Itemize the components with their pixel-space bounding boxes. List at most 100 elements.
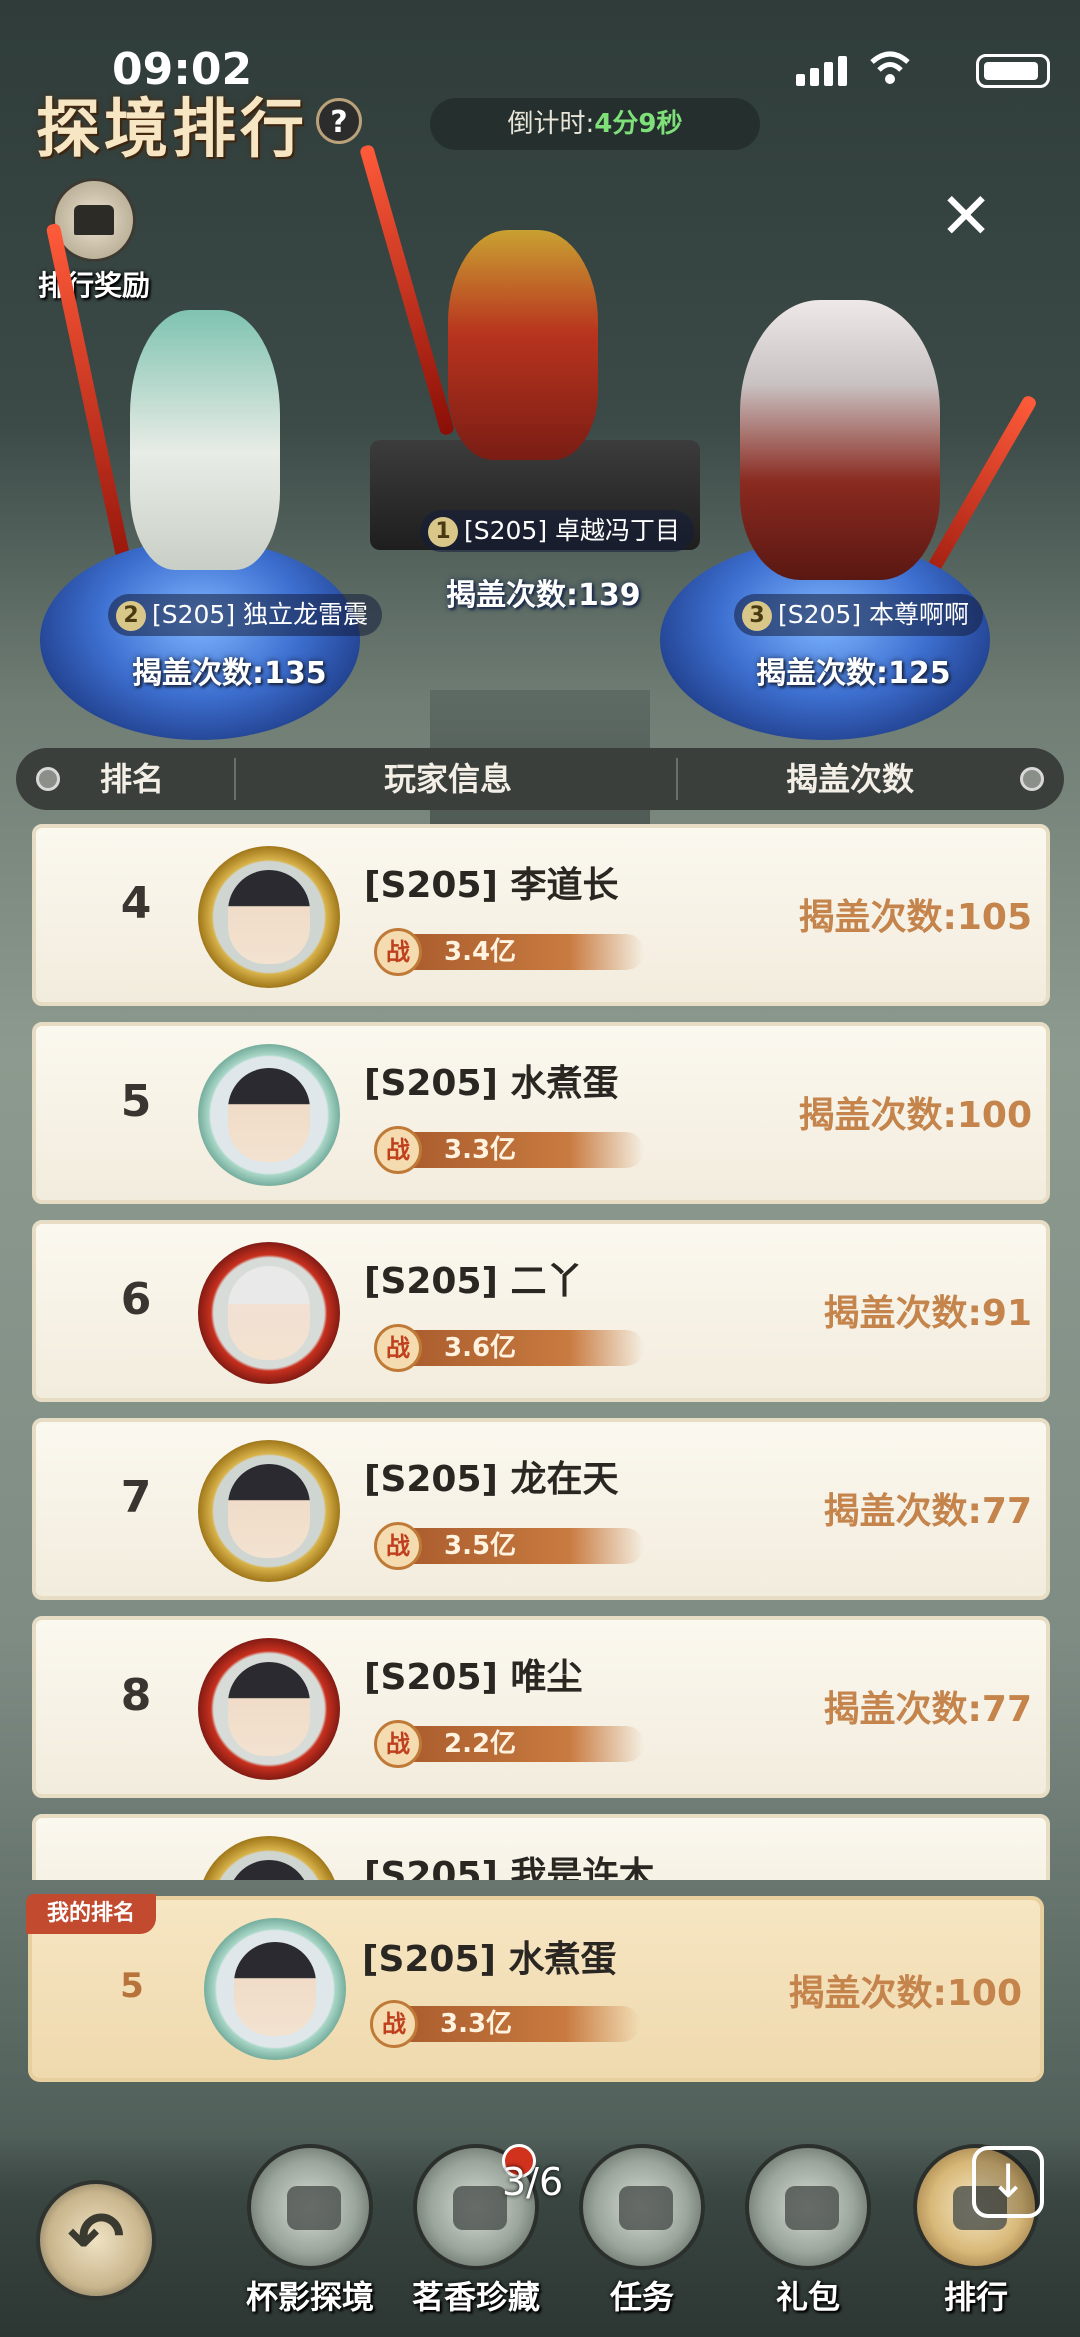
reveal-count: 揭盖次数:100 bbox=[798, 1095, 1032, 1136]
top3-name-text: [S205] 本尊啊啊 bbox=[778, 600, 970, 629]
my-rank-tag: 我的排名 bbox=[26, 1894, 156, 1934]
player-name: [S205] 水煮蛋 bbox=[364, 1063, 619, 1104]
power-value: 2.2亿 bbox=[444, 1729, 517, 1759]
column-count: 揭盖次数 bbox=[786, 760, 915, 798]
power-icon: 战 bbox=[374, 1324, 422, 1372]
teacup-icon bbox=[247, 2144, 373, 2270]
nav-cup-explore[interactable]: 杯影探境 bbox=[240, 2144, 380, 2334]
nav-label: 杯影探境 bbox=[245, 2278, 374, 2316]
download-icon[interactable] bbox=[972, 2146, 1044, 2218]
top3-count: 揭盖次数:125 bbox=[756, 656, 951, 691]
nav-label: 排行 bbox=[943, 2278, 1008, 2316]
reveal-count: 揭盖次数:105 bbox=[798, 897, 1032, 938]
rank-badge: 3 bbox=[742, 601, 772, 631]
player-name: [S205] 二丫 bbox=[364, 1261, 583, 1302]
top2-count: 揭盖次数:135 bbox=[132, 656, 327, 691]
power-badge: 战 3.3亿 bbox=[374, 1126, 646, 1174]
reveal-count: 揭盖次数:77 bbox=[823, 1689, 1033, 1730]
power-icon: 战 bbox=[374, 1126, 422, 1174]
power-icon: 战 bbox=[374, 1522, 422, 1570]
avatar[interactable] bbox=[198, 1836, 340, 1880]
power-bar bbox=[394, 1132, 644, 1168]
scroll-icon bbox=[579, 2144, 705, 2270]
row-rank: 7 bbox=[120, 1472, 152, 1523]
divider bbox=[676, 758, 678, 800]
power-bar bbox=[394, 934, 644, 970]
top3-name: 3 [S205] 本尊啊啊 bbox=[734, 594, 984, 636]
nav-label: 任务 bbox=[609, 2278, 674, 2316]
character-first[interactable] bbox=[448, 230, 598, 460]
my-rank-number: 5 bbox=[120, 1966, 144, 2006]
column-player-info: 玩家信息 bbox=[384, 760, 513, 798]
player-name: [S205] 我是许木 bbox=[364, 1855, 655, 1880]
avatar[interactable] bbox=[198, 1440, 340, 1582]
reveal-count: 揭盖次数:91 bbox=[823, 1293, 1033, 1334]
row-rank: 5 bbox=[120, 1076, 152, 1127]
top1-name: 1 [S205] 卓越冯丁目 bbox=[420, 510, 695, 552]
power-value: 3.3亿 bbox=[444, 1135, 517, 1165]
power-bar bbox=[394, 1528, 644, 1564]
table-row[interactable]: 4 [S205] 李道长 战 3.4亿 揭盖次数:105 bbox=[32, 824, 1050, 1006]
player-name: [S205] 李道长 bbox=[364, 865, 619, 906]
reveal-count: 揭盖次数:100 bbox=[788, 1973, 1022, 2014]
power-badge: 战 3.4亿 bbox=[374, 928, 646, 976]
nav-label: 礼包 bbox=[775, 2278, 840, 2316]
avatar[interactable] bbox=[198, 1044, 340, 1186]
power-badge: 战 2.2亿 bbox=[374, 1720, 646, 1768]
avatar[interactable] bbox=[198, 1242, 340, 1384]
top1-count: 揭盖次数:139 bbox=[446, 578, 641, 613]
avatar[interactable] bbox=[198, 1638, 340, 1780]
wifi-icon bbox=[870, 51, 910, 84]
pedestal-second bbox=[40, 540, 360, 740]
nav-gift-pack[interactable]: 礼包 bbox=[738, 2144, 878, 2334]
top1-name-text: [S205] 卓越冯丁目 bbox=[464, 516, 681, 545]
power-value: 3.4亿 bbox=[444, 937, 517, 967]
battery-icon bbox=[976, 54, 1050, 88]
spear-decoration bbox=[358, 143, 456, 437]
player-name: [S205] 龙在天 bbox=[364, 1459, 619, 1500]
table-row[interactable]: 5 [S205] 水煮蛋 战 3.3亿 揭盖次数:100 bbox=[32, 1022, 1050, 1204]
header-dot-right bbox=[1020, 767, 1044, 791]
reveal-count: 揭盖次数:77 bbox=[823, 1491, 1033, 1532]
header-dot-left bbox=[36, 767, 60, 791]
nav-label: 茗香珍藏 bbox=[411, 2278, 540, 2316]
row-rank: 4 bbox=[120, 878, 152, 929]
nav-tasks[interactable]: 任务 bbox=[572, 2144, 712, 2334]
row-rank: 6 bbox=[120, 1274, 152, 1325]
column-rank: 排名 bbox=[100, 760, 165, 798]
character-second[interactable] bbox=[130, 310, 280, 570]
ranking-table-header: 排名 玩家信息 揭盖次数 bbox=[16, 748, 1064, 810]
power-value: 3.6亿 bbox=[444, 1333, 517, 1363]
power-bar bbox=[390, 2006, 640, 2042]
rank-badge: 2 bbox=[116, 601, 146, 631]
player-name: [S205] 唯尘 bbox=[364, 1657, 583, 1698]
my-rank-row[interactable]: 我的排名 5 [S205] 水煮蛋 战 3.3亿 揭盖次数:100 bbox=[26, 1894, 1044, 2082]
power-badge: 战 3.6亿 bbox=[374, 1324, 646, 1372]
power-bar bbox=[394, 1330, 644, 1366]
table-row[interactable]: 8 [S205] 唯尘 战 2.2亿 揭盖次数:77 bbox=[32, 1616, 1050, 1798]
player-name: [S205] 水煮蛋 bbox=[362, 1939, 617, 1980]
podium: 1 [S205] 卓越冯丁目 揭盖次数:139 2 [S205] 独立龙雷震 揭盖次… bbox=[0, 130, 1080, 870]
character-third[interactable] bbox=[740, 300, 940, 580]
power-badge: 战 3.5亿 bbox=[374, 1522, 646, 1570]
power-value: 3.3亿 bbox=[440, 2009, 513, 2039]
table-row[interactable]: 6 [S205] 二丫 战 3.6亿 揭盖次数:91 bbox=[32, 1220, 1050, 1402]
gift-box-icon bbox=[745, 2144, 871, 2270]
power-badge: 战 3.3亿 bbox=[370, 2000, 642, 2048]
ranking-list[interactable]: 4 [S205] 李道长 战 3.4亿 揭盖次数:105 5 [S205] 水煮… bbox=[32, 824, 1050, 1880]
power-icon: 战 bbox=[374, 928, 422, 976]
avatar[interactable] bbox=[198, 846, 340, 988]
power-bar bbox=[394, 1726, 644, 1762]
power-value: 3.5亿 bbox=[444, 1531, 517, 1561]
spear-decoration bbox=[45, 222, 141, 608]
avatar[interactable] bbox=[204, 1918, 346, 2060]
rank-badge: 1 bbox=[428, 517, 458, 547]
top2-name-text: [S205] 独立龙雷震 bbox=[152, 600, 369, 629]
power-icon: 战 bbox=[370, 2000, 418, 2048]
page-indicator: 3/6 bbox=[502, 2160, 564, 2204]
table-row[interactable]: [S205] 我是许木 bbox=[32, 1814, 1050, 1880]
table-row[interactable]: 7 [S205] 龙在天 战 3.5亿 揭盖次数:77 bbox=[32, 1418, 1050, 1600]
signal-icon bbox=[796, 56, 852, 86]
divider bbox=[234, 758, 236, 800]
back-button[interactable]: ↶ bbox=[36, 2180, 156, 2300]
